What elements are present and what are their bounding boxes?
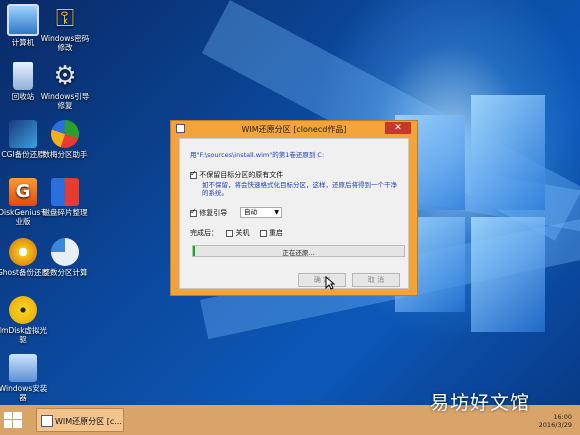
taskbar-item-wim-restore[interactable]: WIM还原分区 [c... <box>36 408 124 432</box>
desktop-icon-imdisk[interactable]: ImDisk虚拟光驱 <box>0 296 50 344</box>
repair-boot-label: 修复引导 <box>199 209 228 217</box>
shutdown-checkbox[interactable] <box>226 229 234 237</box>
desktop-icon-label: 数梅分区助手 <box>42 150 88 159</box>
computer-icon <box>7 4 39 36</box>
repair-boot-option[interactable]: 修复引导 <box>190 207 228 218</box>
taskbar-item-label: WIM还原分区 [c... <box>55 417 122 426</box>
pie-chart-icon <box>51 238 79 266</box>
desktop-icon-label: 回收站 <box>11 92 35 101</box>
desktop-background: 计算机 ⚿ Windows密码修改 回收站 ⚙ Windows引导修复 CGI备… <box>0 0 580 405</box>
boot-mode-value: 自动 <box>244 208 257 216</box>
system-clock[interactable]: 16:00 2016/3/29 <box>539 413 572 429</box>
after-completion-row: 完成后： 关机 重启 <box>190 228 283 238</box>
desktop-icon-label: 整数分区计算 <box>42 268 88 277</box>
desktop-icon-partition[interactable]: 数梅分区助手 <box>38 120 92 159</box>
shutdown-label: 关机 <box>235 229 250 237</box>
start-button[interactable] <box>4 412 22 428</box>
restore-progress-bar: 正在还原... <box>192 245 405 257</box>
installer-icon <box>9 354 37 382</box>
watermark-text: 易坊好文馆 <box>430 392 531 414</box>
ok-button[interactable]: 确 定 <box>298 273 346 287</box>
restart-checkbox[interactable] <box>259 229 267 237</box>
gear-icon: ⚙ <box>53 61 77 91</box>
keep-files-label: 不保留目标分区的原有文件 <box>199 171 284 179</box>
desktop-icon-installer[interactable]: Windows安装器 <box>0 354 50 402</box>
boot-mode-select[interactable]: 自动 ▼ <box>240 207 282 218</box>
keep-files-description: 如不保留，将会快速格式化目标分区，这样，还原后将得到一个干净的系统。 <box>202 181 397 197</box>
mouse-cursor-icon <box>325 276 335 290</box>
logo-pane <box>471 217 545 332</box>
after-label: 完成后： <box>190 229 218 237</box>
desktop-icon-label: Windows引导修复 <box>40 92 90 110</box>
dialog-title: WIM还原分区 [clonecd作品] <box>241 125 347 134</box>
chevron-down-icon: ▼ <box>274 209 279 216</box>
desktop-icon-partcalc[interactable]: 整数分区计算 <box>38 238 92 277</box>
keep-files-option[interactable]: 不保留目标分区的原有文件 <box>190 169 284 180</box>
desktop-icon-label: ImDisk虚拟光驱 <box>0 326 48 344</box>
disc-icon <box>9 296 37 324</box>
desktop-icon-label: 计算机 <box>11 38 35 47</box>
defrag-icon <box>51 178 79 206</box>
clock-date: 2016/3/29 <box>538 421 572 429</box>
cgi-tool-icon <box>9 120 37 148</box>
clock-time: 16:00 <box>553 413 572 421</box>
keep-files-checkbox[interactable] <box>190 169 197 179</box>
source-info-text: 用"F:\sources\install.wim"的第1卷还原到 C: <box>190 151 325 159</box>
windows-start-icon <box>4 412 22 428</box>
progress-status-text: 正在还原... <box>282 249 315 257</box>
desktop-icon-password[interactable]: ⚿ Windows密码修改 <box>38 4 92 52</box>
app-icon <box>41 415 53 427</box>
cancel-button[interactable]: 取 消 <box>352 273 400 287</box>
desktop-icon-defrag[interactable]: 磁盘碎片整理 <box>38 178 92 217</box>
partition-assistant-icon <box>51 120 79 148</box>
desktop-icon-label: 磁盘碎片整理 <box>42 208 88 217</box>
restart-label: 重启 <box>268 229 283 237</box>
desktop-icon-label: Windows安装器 <box>0 384 48 402</box>
wim-restore-dialog: WIM还原分区 [clonecd作品] ✕ 用"F:\sources\insta… <box>170 120 418 296</box>
recycle-bin-icon <box>13 62 33 90</box>
diskgenius-icon: G <box>9 178 37 206</box>
logo-pane <box>471 95 545 210</box>
dialog-titlebar[interactable]: WIM还原分区 [clonecd作品] ✕ <box>171 121 417 137</box>
key-icon: ⚿ <box>55 4 75 32</box>
dialog-body: 用"F:\sources\install.wim"的第1卷还原到 C: 不保留目… <box>179 138 409 289</box>
ghost-icon <box>9 238 37 266</box>
desktop-icon-bootfix[interactable]: ⚙ Windows引导修复 <box>38 62 92 110</box>
desktop-icon-label: Windows密码修改 <box>40 34 90 52</box>
close-button[interactable]: ✕ <box>385 122 411 134</box>
repair-boot-checkbox[interactable] <box>190 207 197 217</box>
